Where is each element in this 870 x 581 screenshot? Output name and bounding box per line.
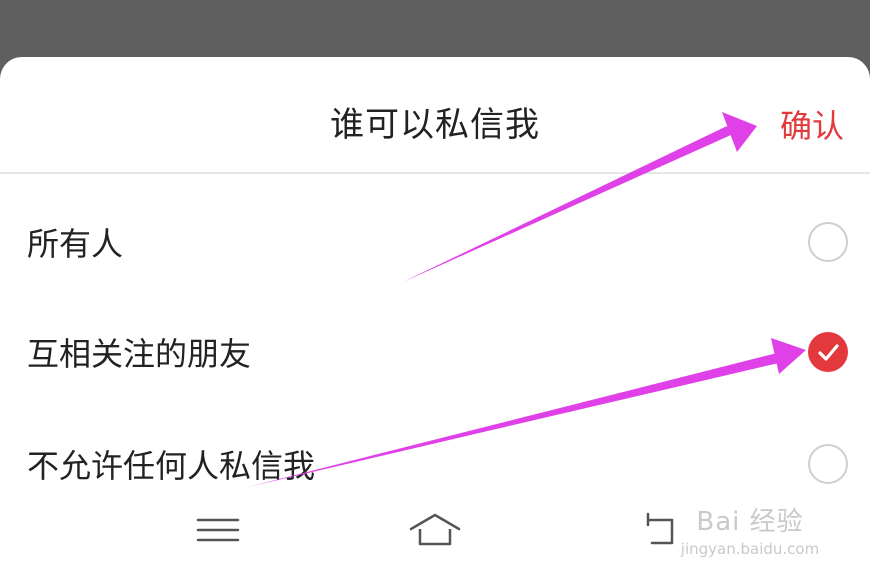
home-icon[interactable] xyxy=(405,510,465,550)
dialog-header: 谁可以私信我 确认 xyxy=(0,57,870,173)
option-label: 所有人 xyxy=(27,225,124,263)
menu-icon[interactable] xyxy=(188,510,248,550)
radio-checked-icon[interactable] xyxy=(808,332,848,372)
radio-unchecked-icon[interactable] xyxy=(808,444,848,484)
radio-unchecked-icon[interactable] xyxy=(808,222,848,262)
system-navigation-bar xyxy=(0,497,870,581)
option-mutual-followers[interactable]: 互相关注的朋友 xyxy=(0,297,870,407)
option-everyone[interactable]: 所有人 xyxy=(0,187,870,297)
dialog-title: 谁可以私信我 xyxy=(330,105,540,145)
option-label: 互相关注的朋友 xyxy=(27,335,252,373)
back-icon[interactable] xyxy=(630,510,690,550)
header-divider xyxy=(0,172,870,174)
option-label: 不允许任何人私信我 xyxy=(27,447,316,485)
confirm-button[interactable]: 确认 xyxy=(780,101,844,147)
